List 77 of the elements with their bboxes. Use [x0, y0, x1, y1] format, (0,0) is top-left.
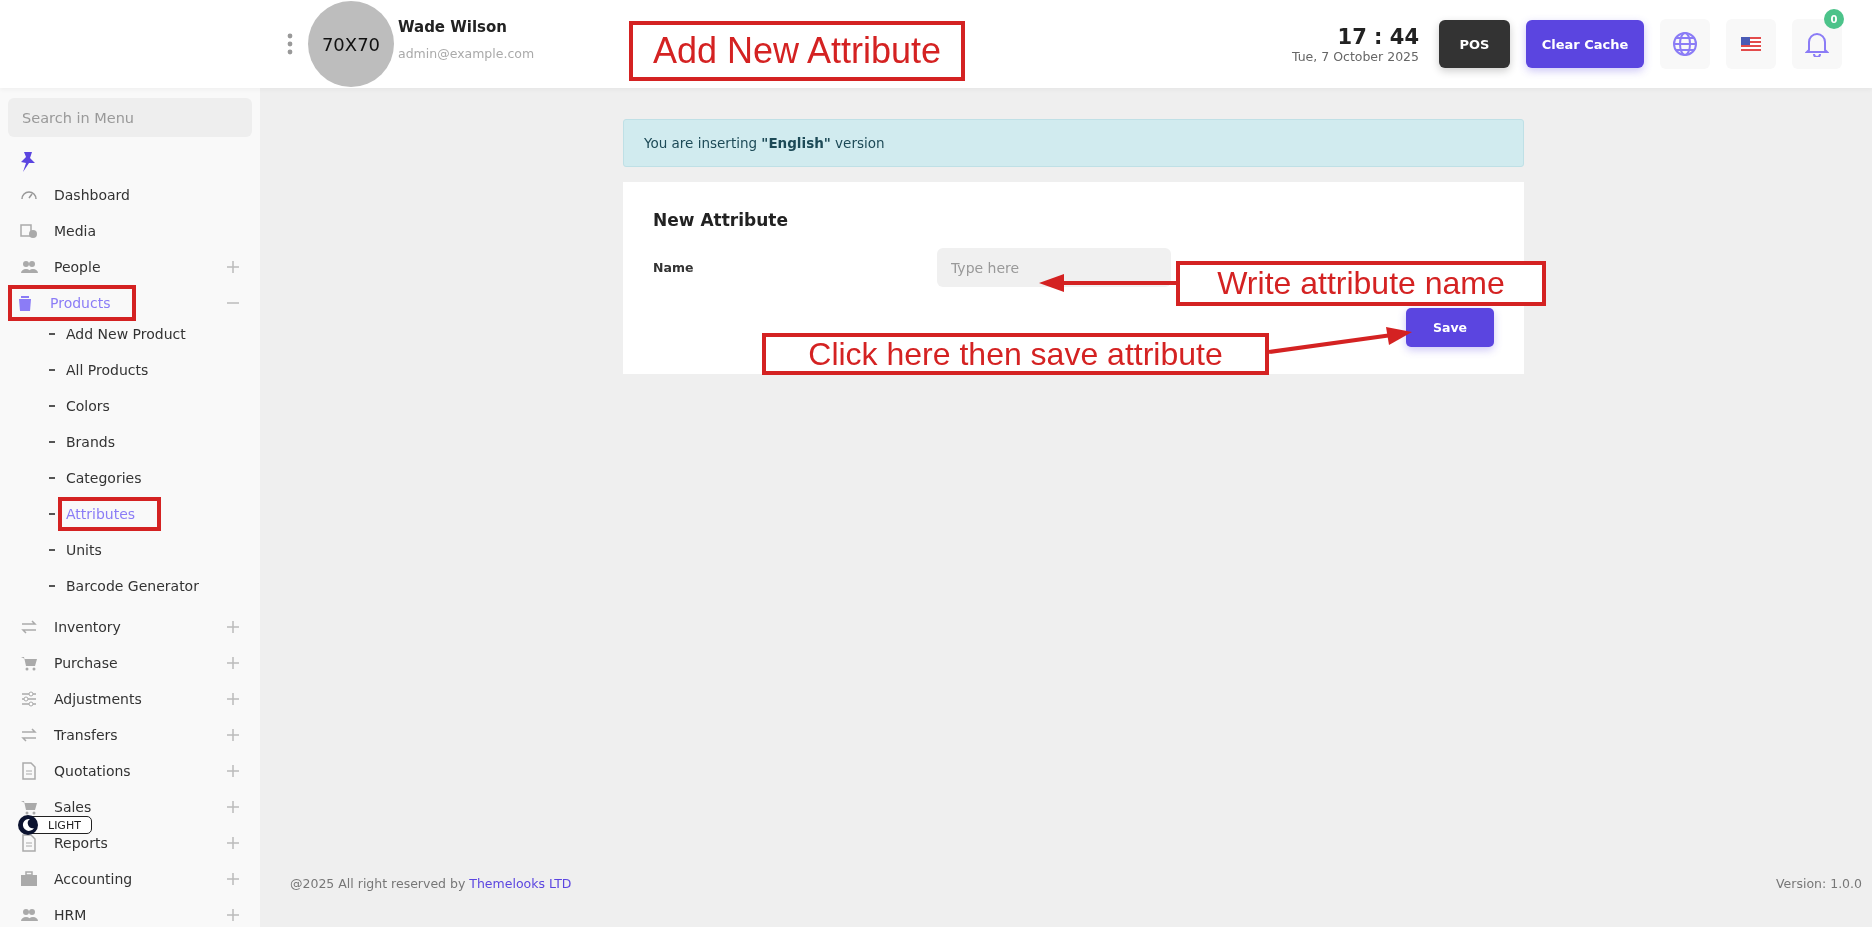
bag-icon: [16, 294, 34, 312]
search-field[interactable]: Search in Menu: [8, 98, 252, 137]
sidebar-item[interactable]: Media: [20, 222, 97, 240]
dash-icon: [49, 513, 55, 515]
sidebar-item[interactable]: Dashboard: [20, 186, 130, 204]
submenu-item[interactable]: Categories: [60, 464, 150, 492]
pos-button[interactable]: POS: [1439, 20, 1510, 68]
clock-date: Tue, 7 October 2025: [1291, 48, 1419, 64]
theme-toggle[interactable]: LIGHT: [21, 816, 92, 834]
flag-button[interactable]: [1726, 19, 1776, 69]
more-icon[interactable]: [287, 33, 293, 55]
expand-icon[interactable]: [227, 801, 239, 813]
doc-icon: [20, 834, 38, 852]
dash-icon: [49, 441, 55, 443]
expand-icon[interactable]: [227, 657, 239, 669]
dash-icon: [49, 585, 55, 587]
callout-box: Click here then save attribute: [762, 333, 1269, 375]
bell-icon: [1805, 31, 1829, 57]
cart-icon: [20, 654, 38, 672]
submenu-item[interactable]: Brands: [60, 428, 123, 456]
clock-time: 17 : 44: [1337, 24, 1419, 49]
input-field[interactable]: Type here: [937, 248, 1171, 287]
sidebar-item[interactable]: Inventory: [20, 618, 121, 636]
people-icon: [20, 258, 38, 276]
expand-icon[interactable]: [227, 873, 239, 885]
moon-icon: [18, 815, 38, 835]
sidebar-item[interactable]: HRM: [20, 906, 87, 924]
clear-cache-button[interactable]: Clear Cache: [1526, 20, 1644, 68]
submenu-item[interactable]: Barcode Generator: [60, 572, 207, 600]
dash-icon: [49, 477, 55, 479]
sidebar-item[interactable]: Quotations: [20, 762, 131, 780]
dash-icon: [49, 369, 55, 371]
sliders-icon: [20, 690, 38, 708]
swap-icon: [20, 618, 38, 636]
sidebar-item[interactable]: Purchase: [20, 654, 118, 672]
sidebar-item[interactable]: Reports: [20, 834, 108, 852]
sidebar-item[interactable]: People: [20, 258, 101, 276]
card-title: New Attribute: [653, 210, 789, 230]
field-label: Name: [653, 260, 695, 275]
version-text: Version: 1.0.0: [1776, 876, 1862, 891]
callout-box: Write attribute name: [1176, 261, 1546, 306]
briefcase-icon: [20, 870, 38, 888]
callout-box: Add New Attribute: [629, 21, 965, 81]
sidebar-item[interactable]: Accounting: [20, 870, 133, 888]
globe-icon: [1672, 31, 1698, 57]
expand-icon[interactable]: [227, 729, 239, 741]
flag-icon: [1741, 37, 1761, 51]
expand-icon[interactable]: [227, 621, 239, 633]
expand-icon[interactable]: [227, 765, 239, 777]
company-link[interactable]: Themelooks LTD: [469, 876, 572, 891]
submenu-item[interactable]: Units: [60, 536, 110, 564]
dash-icon: [49, 333, 55, 335]
copyright-text: @2025 All right reserved by Themelooks LTD: [290, 876, 572, 891]
cart-icon: [20, 798, 38, 816]
sidebar-item[interactable]: Transfers: [20, 726, 118, 744]
media-icon: [20, 222, 38, 240]
notification-badge: 0: [1824, 9, 1844, 29]
user-email: admin@example.com: [398, 45, 535, 61]
language-button[interactable]: [1660, 19, 1710, 69]
submenu-item[interactable]: Colors: [60, 392, 118, 420]
sidebar-item[interactable]: Adjustments: [20, 690, 142, 708]
expand-icon[interactable]: [227, 909, 239, 921]
info-alert: You are inserting "English" version: [623, 119, 1524, 167]
expand-icon[interactable]: [227, 261, 239, 273]
save-button[interactable]: Save: [1406, 308, 1494, 347]
expand-icon[interactable]: [227, 837, 239, 849]
user-name: Wade Wilson: [398, 17, 508, 36]
expand-icon[interactable]: [227, 693, 239, 705]
sidebar-item[interactable]: Sales: [20, 798, 92, 816]
people-icon: [20, 906, 38, 924]
avatar: 70X70: [308, 1, 394, 87]
doc-icon: [20, 762, 38, 780]
submenu-item[interactable]: All Products: [60, 356, 157, 384]
submenu-item[interactable]: Add New Product: [60, 320, 194, 348]
swap-icon: [20, 726, 38, 744]
dash-icon: [49, 405, 55, 407]
dash-icon: [49, 549, 55, 551]
